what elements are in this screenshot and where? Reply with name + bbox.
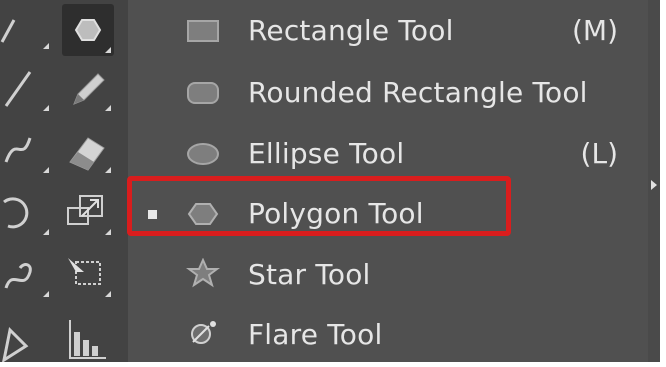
rounded-rectangle-icon	[187, 82, 219, 104]
expand-corner-icon	[43, 105, 49, 111]
expand-corner-icon	[105, 229, 111, 235]
expand-corner-icon	[43, 229, 49, 235]
tool-pencil[interactable]	[62, 62, 114, 114]
menu-item-shortcut: (M)	[571, 14, 618, 47]
expand-corner-icon	[43, 167, 49, 173]
tool-shaper[interactable]	[0, 124, 52, 176]
flare-icon	[191, 321, 216, 344]
perspective-grid-icon	[1, 326, 29, 364]
tool-scale[interactable]	[62, 186, 114, 238]
menu-item-rectangle-tool[interactable]: Rectangle Tool (M)	[128, 2, 648, 60]
tools-panel	[0, 0, 128, 364]
expand-corner-icon	[105, 47, 111, 53]
expand-corner-icon	[105, 167, 111, 173]
tool-line-segment[interactable]	[0, 62, 52, 114]
expand-corner-icon	[43, 43, 49, 49]
menu-item-star-tool[interactable]: Star Tool	[128, 246, 648, 304]
expand-corner-icon	[105, 291, 111, 297]
menu-item-label: Rectangle Tool	[248, 14, 454, 47]
tool-selection[interactable]	[0, 0, 52, 52]
tool-free-transform[interactable]	[62, 248, 114, 300]
tool-polygon[interactable]	[62, 4, 114, 56]
illustrator-window: Rectangle Tool (M) Rounded Rectangle Too…	[0, 0, 660, 364]
menu-item-label: Flare Tool	[248, 318, 383, 351]
tool-warp[interactable]	[0, 248, 52, 300]
ellipse-icon	[187, 143, 219, 165]
tool-graph[interactable]	[62, 310, 114, 362]
scroll-right-arrow-icon[interactable]	[651, 180, 657, 190]
menu-item-label: Rounded Rectangle Tool	[248, 76, 588, 109]
tool-eraser[interactable]	[62, 124, 114, 176]
expand-corner-icon	[43, 291, 49, 297]
expand-corner-icon	[105, 105, 111, 111]
menu-item-flare-tool[interactable]: Flare Tool	[128, 306, 648, 364]
rectangle-icon	[187, 20, 219, 42]
menu-item-rounded-rectangle-tool[interactable]: Rounded Rectangle Tool	[128, 64, 648, 122]
tool-rotate[interactable]	[0, 186, 52, 238]
menu-item-ellipse-tool[interactable]: Ellipse Tool (L)	[128, 125, 648, 183]
menu-item-label: Ellipse Tool	[248, 137, 405, 170]
highlight-box	[127, 176, 511, 236]
menu-item-shortcut: (L)	[580, 137, 618, 170]
graph-icon	[69, 320, 106, 359]
tool-perspective-grid[interactable]	[0, 310, 52, 364]
menu-item-label: Star Tool	[248, 258, 371, 291]
star-icon	[186, 258, 220, 288]
